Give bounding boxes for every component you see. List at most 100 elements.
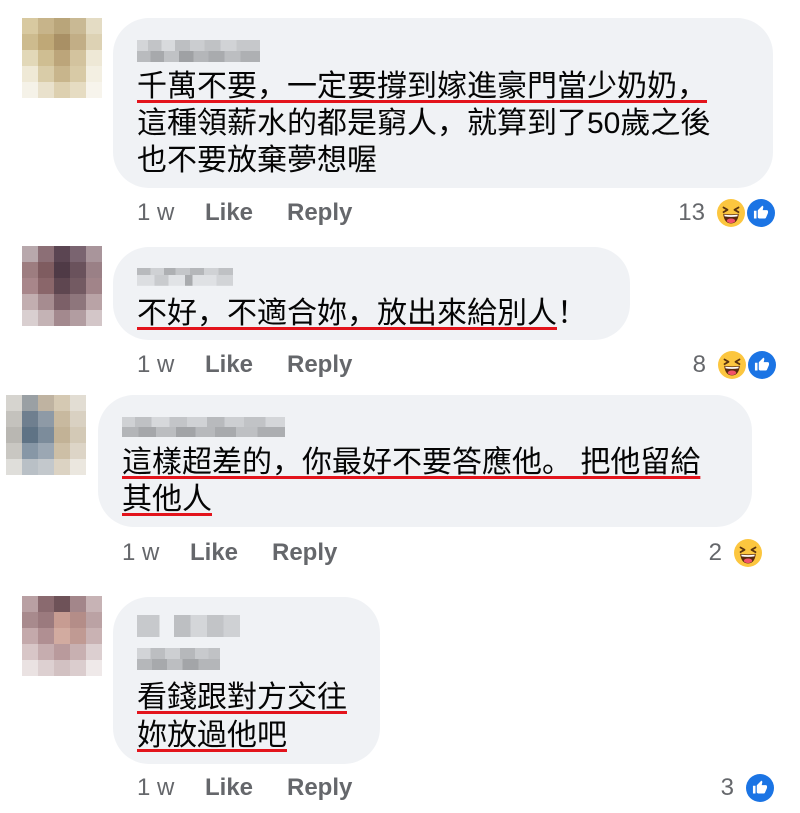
avatar-pixel	[54, 596, 70, 612]
avatar-pixel	[70, 612, 86, 628]
avatar-pixel	[38, 82, 54, 98]
comment: 看錢跟對方交往 妳放過他吧 1 w Like Reply 3	[0, 578, 800, 813]
comment-text: 這樣超差的，你最好不要答應他。 把他留給 其他人	[122, 444, 700, 518]
avatar-pixel	[70, 66, 86, 82]
avatar-pixel	[70, 395, 86, 411]
avatar-pixel	[70, 660, 86, 676]
avatar-pixel	[6, 443, 22, 459]
plain-text: ！	[557, 297, 587, 330]
avatar-pixel	[86, 644, 102, 660]
underlined-text: 這樣超差的，你最好不要答應他。 把他留給	[122, 446, 701, 479]
avatar-pixel	[54, 395, 70, 411]
avatar[interactable]	[22, 596, 102, 676]
comment-actions: 1 w Like Reply 3	[0, 772, 800, 804]
like-button[interactable]: Like	[190, 538, 238, 568]
avatar-pixel	[54, 628, 70, 644]
haha-icon	[715, 197, 747, 229]
avatar-pixel	[6, 459, 22, 475]
reaction-summary[interactable]: 8	[693, 349, 778, 381]
avatar-pixel	[22, 459, 38, 475]
avatar-pixel	[38, 660, 54, 676]
avatar-pixel	[54, 644, 70, 660]
avatar-pixel	[54, 34, 70, 50]
avatar-pixel	[22, 644, 38, 660]
avatar[interactable]	[6, 395, 86, 475]
comment: 不好，不適合妳，放出來給別人！ 1 w Like Reply 8	[0, 232, 800, 384]
author-name-blurred[interactable]	[137, 40, 260, 62]
comment-line: 也不要放棄夢想喔	[137, 142, 710, 179]
timestamp[interactable]: 1 w	[137, 350, 174, 380]
avatar-pixel	[86, 278, 102, 294]
avatar[interactable]	[22, 246, 102, 326]
avatar-pixel	[38, 427, 54, 443]
reaction-summary[interactable]: 13	[678, 197, 777, 229]
reaction-summary[interactable]: 2	[709, 537, 764, 569]
comment: 這樣超差的，你最好不要答應他。 把他留給 其他人 1 w Like Reply …	[0, 384, 800, 578]
underlined-text: 不好，不適合妳，放出來給別人	[137, 297, 557, 330]
avatar-pixel	[22, 82, 38, 98]
comment-text: 千萬不要，一定要撐到嫁進豪門當少奶奶， 這種領薪水的都是窮人，就算到了50歲之後…	[137, 68, 710, 179]
author-subtitle-blurred	[137, 648, 220, 670]
like-icon	[744, 772, 776, 804]
avatar-pixel	[70, 278, 86, 294]
like-button[interactable]: Like	[205, 350, 253, 380]
avatar-pixel	[70, 443, 86, 459]
like-icon	[745, 197, 777, 229]
haha-icon	[732, 537, 764, 569]
avatar-pixel	[38, 443, 54, 459]
avatar-pixel	[86, 660, 102, 676]
avatar-pixel	[70, 310, 86, 326]
timestamp[interactable]: 1 w	[137, 198, 174, 228]
comment-actions: 1 w Like Reply 8	[0, 349, 800, 381]
avatar-pixel	[38, 395, 54, 411]
avatar-pixel	[22, 411, 38, 427]
avatar-pixel	[54, 294, 70, 310]
like-icon	[746, 349, 778, 381]
reaction-summary[interactable]: 3	[721, 772, 776, 804]
comment-line: 其他人	[122, 481, 700, 518]
reply-button[interactable]: Reply	[287, 350, 352, 380]
author-name-blurred[interactable]	[137, 268, 233, 286]
comment-bubble: 千萬不要，一定要撐到嫁進豪門當少奶奶， 這種領薪水的都是窮人，就算到了50歲之後…	[113, 18, 773, 188]
avatar-pixel	[38, 411, 54, 427]
like-button[interactable]: Like	[205, 198, 253, 228]
avatar-pixel	[86, 34, 102, 50]
avatar-pixel	[70, 34, 86, 50]
reply-button[interactable]: Reply	[287, 198, 352, 228]
avatar-pixel	[54, 18, 70, 34]
underlined-text: 妳放過他吧	[137, 719, 287, 752]
avatar[interactable]	[22, 18, 102, 98]
avatar-pixel	[38, 246, 54, 262]
avatar-pixel	[38, 262, 54, 278]
avatar-pixel	[38, 66, 54, 82]
author-name-blurred[interactable]	[122, 417, 285, 437]
comment: 千萬不要，一定要撐到嫁進豪門當少奶奶， 這種領薪水的都是窮人，就算到了50歲之後…	[0, 0, 800, 232]
comment-line: 看錢跟對方交往	[137, 679, 347, 717]
avatar-pixel	[54, 278, 70, 294]
timestamp[interactable]: 1 w	[137, 773, 174, 803]
avatar-pixel	[6, 395, 22, 411]
avatar-pixel	[86, 262, 102, 278]
avatar-pixel	[22, 443, 38, 459]
avatar-pixel	[22, 246, 38, 262]
avatar-pixel	[70, 628, 86, 644]
avatar-pixel	[54, 262, 70, 278]
comment-bubble: 看錢跟對方交往 妳放過他吧	[113, 597, 380, 764]
comment-line: 不好，不適合妳，放出來給別人！	[137, 295, 587, 332]
avatar-pixel	[54, 459, 70, 475]
avatar-pixel	[38, 50, 54, 66]
avatar-pixel	[22, 34, 38, 50]
timestamp[interactable]: 1 w	[122, 538, 159, 568]
author-name-blurred[interactable]	[137, 615, 240, 637]
like-button[interactable]: Like	[205, 773, 253, 803]
reply-button[interactable]: Reply	[272, 538, 337, 568]
avatar-pixel	[54, 427, 70, 443]
reply-button[interactable]: Reply	[287, 773, 352, 803]
avatar-pixel	[54, 246, 70, 262]
avatar-pixel	[86, 82, 102, 98]
avatar-pixel	[6, 411, 22, 427]
avatar-pixel	[22, 262, 38, 278]
avatar-pixel	[54, 612, 70, 628]
avatar-pixel	[54, 443, 70, 459]
comment-bubble: 這樣超差的，你最好不要答應他。 把他留給 其他人	[98, 395, 752, 527]
